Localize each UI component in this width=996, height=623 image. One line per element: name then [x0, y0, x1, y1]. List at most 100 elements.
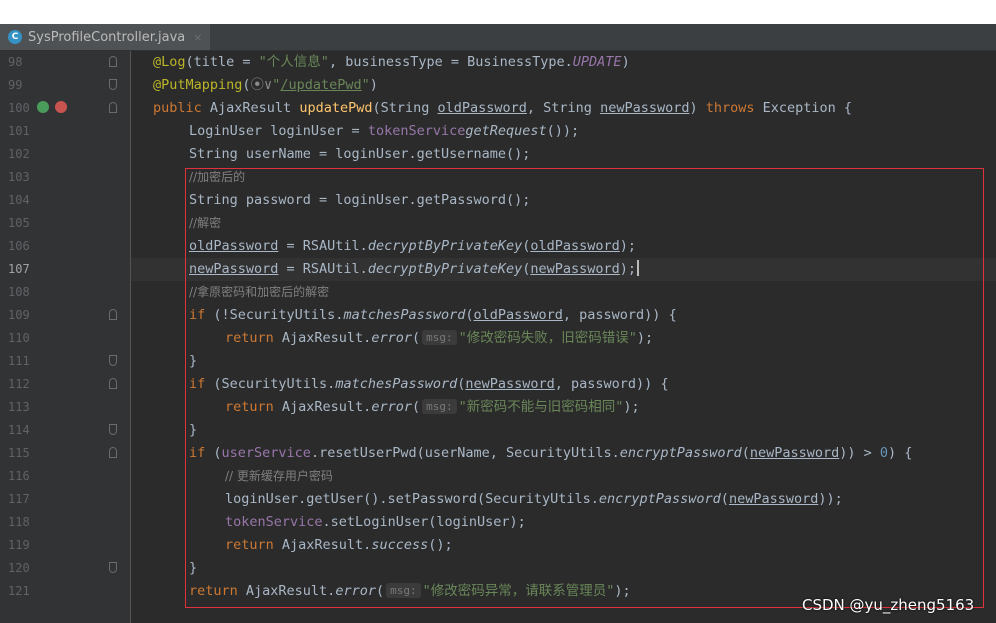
gutter-row: 118 — [0, 511, 130, 534]
string-token: "个人信息" — [258, 54, 329, 70]
code-token: , String — [526, 100, 601, 116]
static-method-token: error — [335, 583, 376, 599]
gutter-row: 105 — [0, 212, 130, 235]
code-token: ( — [411, 399, 421, 415]
java-class-icon: C — [8, 30, 22, 44]
code-token: ); — [614, 583, 631, 599]
web-endpoint-icon[interactable] — [55, 101, 67, 113]
code-line[interactable]: return AjaxResult.success(); — [131, 534, 996, 557]
gutter-row: 121 — [0, 580, 130, 603]
gutter-row: 100 — [0, 97, 130, 120]
code-token: ( — [375, 583, 385, 599]
tab-label: SysProfileController.java — [28, 29, 186, 45]
code-line[interactable]: @Log(title = "个人信息", businessType = Busi… — [131, 51, 996, 74]
annotation-token: @PutMapping — [153, 77, 243, 93]
gutter-row: 103 — [0, 166, 130, 189]
code-line[interactable]: } — [131, 350, 996, 373]
code-token: } — [189, 422, 198, 438]
line-number-current: 107 — [8, 262, 30, 276]
code-line[interactable]: public AjaxResult updatePwd(String oldPa… — [131, 97, 996, 120]
param-token: oldPassword — [437, 100, 527, 116]
fold-marker-icon[interactable] — [109, 56, 117, 67]
param-token: newPassword — [465, 376, 555, 392]
code-token: ( — [465, 307, 474, 323]
fold-marker-icon[interactable] — [109, 424, 117, 435]
code-line[interactable]: if (!SecurityUtils.matchesPassword(oldPa… — [131, 304, 996, 327]
fold-marker-icon[interactable] — [109, 562, 117, 573]
field-token: userService — [221, 445, 311, 461]
code-token: )); — [818, 491, 843, 507]
code-line[interactable]: //拿原密码和加密后的解密 — [131, 281, 996, 304]
line-number-gutter[interactable]: 98 99 100 101 102 103 104 105 106 107 10… — [0, 51, 131, 623]
gutter-row: 109 — [0, 304, 130, 327]
code-line[interactable]: oldPassword = RSAUtil.decryptByPrivateKe… — [131, 235, 996, 258]
tab-sysprofilecontroller[interactable]: C SysProfileController.java × — [0, 24, 210, 50]
code-token: ) — [689, 100, 706, 116]
gutter-row: 101 — [0, 120, 130, 143]
code-token: String password = loginUser.getPassword(… — [189, 192, 531, 208]
code-editor[interactable]: @Log(title = "个人信息", businessType = Busi… — [131, 51, 996, 623]
param-token: newPassword — [189, 261, 279, 277]
url-link[interactable]: /updatePwd — [280, 77, 361, 93]
code-token: (); — [428, 537, 453, 553]
fold-marker-icon[interactable] — [109, 355, 117, 366]
code-line[interactable]: } — [131, 419, 996, 442]
implementation-icon[interactable] — [37, 101, 49, 113]
param-token: newPassword — [600, 100, 690, 116]
line-number: 106 — [8, 239, 30, 253]
line-number: 116 — [8, 469, 30, 483]
code-token: = RSAUtil. — [278, 261, 368, 277]
code-line[interactable]: if ( userService.resetUserPwd(userName, S… — [131, 442, 996, 465]
gutter-row: 102 — [0, 143, 130, 166]
line-number: 114 — [8, 423, 30, 437]
code-token: ( — [741, 445, 750, 461]
code-line[interactable]: //解密 — [131, 212, 996, 235]
code-line[interactable]: //加密后的 — [131, 166, 996, 189]
code-line[interactable]: String password = loginUser.getPassword(… — [131, 189, 996, 212]
code-token: ); — [619, 261, 637, 277]
line-number: 98 — [8, 55, 23, 69]
fold-marker-icon[interactable] — [109, 102, 117, 113]
code-line[interactable]: tokenService.setLoginUser(loginUser); — [131, 511, 996, 534]
code-line[interactable]: LoginUser loginUser = tokenServicegetReq… — [131, 120, 996, 143]
line-number: 111 — [8, 354, 30, 368]
keyword-token: return — [225, 330, 282, 346]
code-line[interactable]: if (SecurityUtils.matchesPassword(newPas… — [131, 373, 996, 396]
watermark: CSDN @yu_zheng5163 — [802, 596, 975, 614]
code-line[interactable]: return AjaxResult.error(msg: "修改密码失败，旧密码错… — [131, 327, 996, 350]
code-line[interactable]: @PutMapping(⦿∨"/updatePwd") — [131, 74, 996, 97]
close-icon[interactable]: × — [193, 31, 202, 44]
string-token: "修改密码异常，请联系管理员" — [422, 583, 615, 599]
fold-marker-icon[interactable] — [109, 447, 117, 458]
fold-marker-icon[interactable] — [109, 378, 117, 389]
code-token: ( — [720, 491, 729, 507]
code-line[interactable]: String userName = loginUser.getUsername(… — [131, 143, 996, 166]
line-number: 109 — [8, 308, 30, 322]
fold-marker-icon[interactable] — [109, 309, 117, 320]
code-token: ) — [369, 77, 378, 93]
code-line[interactable]: // 更新缓存用户密码 — [131, 465, 996, 488]
fold-marker-icon[interactable] — [109, 79, 117, 90]
method-name: updatePwd — [299, 100, 373, 116]
code-line[interactable]: loginUser.getUser().setPassword(Security… — [131, 488, 996, 511]
keyword-token: if — [189, 445, 214, 461]
code-line-current[interactable]: newPassword = RSAUtil.decryptByPrivateKe… — [131, 258, 996, 281]
code-token: (String — [372, 100, 438, 116]
keyword-token: public — [153, 100, 210, 116]
keyword-token: return — [225, 537, 282, 553]
keyword-token: return — [225, 399, 282, 415]
line-number: 119 — [8, 538, 30, 552]
keyword-token: if — [189, 307, 214, 323]
keyword-token: throws — [705, 100, 763, 116]
code-token: AjaxResult. — [245, 583, 336, 599]
comment-token: // 更新缓存用户密码 — [225, 469, 333, 483]
code-token: AjaxResult — [209, 100, 300, 116]
mapping-url-icon[interactable]: ⦿∨ — [251, 77, 273, 93]
code-line[interactable]: return AjaxResult.error(msg: "新密码不能与旧密码相同… — [131, 396, 996, 419]
code-line[interactable]: } — [131, 557, 996, 580]
code-token: ( — [242, 77, 251, 93]
code-token: .resetUserPwd(userName, SecurityUtils. — [310, 445, 620, 461]
code-token: } — [189, 560, 198, 576]
keyword-token: return — [189, 583, 246, 599]
code-token: ); — [619, 238, 637, 254]
